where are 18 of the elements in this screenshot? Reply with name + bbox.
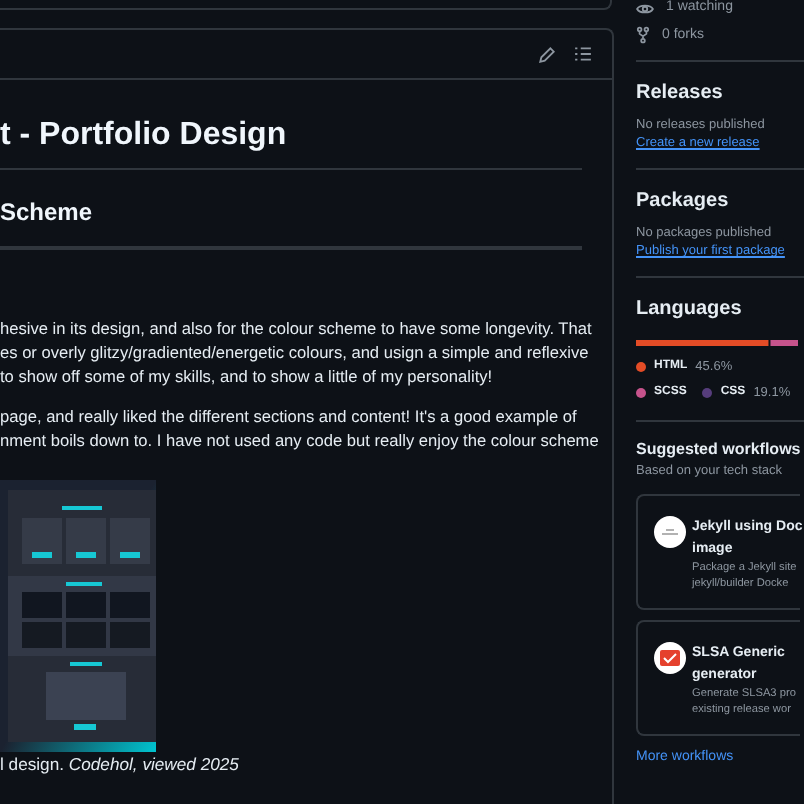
logo-icon [654,516,686,549]
logo-icon [654,642,686,675]
eye-icon [636,1,654,15]
paragraph-line: page, and really liked the different sections and content! It's a good example of [0,404,579,428]
section-heading: Releases [636,80,725,108]
list-icon[interactable] [574,46,592,62]
fork-icon [636,26,650,44]
section-heading: Scheme [0,170,582,250]
section-heading: Languages [636,296,744,324]
paragraph-line: hesive in its design, and also for the colour scheme to have some longevity. That [0,316,594,340]
section-heading: Packages [636,188,731,216]
paragraph-line: to show off some of my skills, and to show a little of my personality! [0,364,495,388]
paragraph-line: nment boils down to. I have not used any code but really enjoy the colour scheme [0,428,601,452]
paragraph-line: es or overly glitzy/gradiented/energetic colours, and usign a simple and reflexive [0,340,591,364]
pencil-icon[interactable] [538,45,556,63]
readme-title: t - Portfolio Design [0,80,582,170]
image-caption: l design. Codehol, viewed 2025 [0,752,241,776]
section-heading: Suggested workflows [636,437,803,461]
